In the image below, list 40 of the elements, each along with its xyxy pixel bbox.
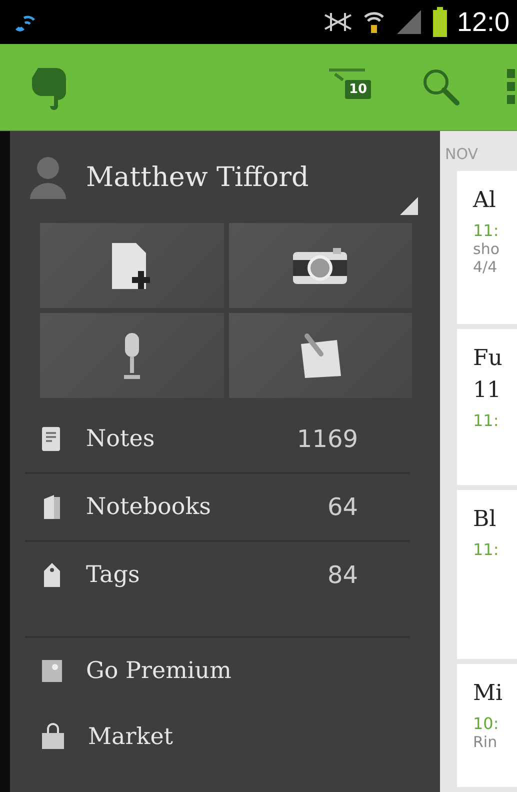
search-icon: [421, 67, 461, 107]
menu-button[interactable]: [505, 67, 517, 107]
battery-icon: [433, 7, 447, 37]
menu-icon: [505, 67, 517, 107]
camera-icon: [291, 246, 350, 286]
attachment-button[interactable]: [228, 313, 412, 398]
note-time: 11:: [473, 540, 500, 559]
note-card[interactable]: Mi 10: Rin: [457, 664, 517, 787]
section-header: NOV: [445, 144, 480, 165]
nav-item[interactable]: Notes 1169: [25, 406, 410, 474]
audio-note-button[interactable]: [40, 313, 224, 398]
note-title: Fu: [473, 344, 504, 373]
wifi-icon: [363, 9, 385, 35]
dropdown-corner-icon[interactable]: [400, 197, 418, 215]
note-time: 11:: [473, 410, 500, 430]
note-title: Al: [473, 187, 497, 215]
sync-button[interactable]: 10: [327, 64, 377, 110]
note-card[interactable]: Al 11: sho 4/4: [457, 171, 517, 324]
note-snippet: 4/4: [473, 258, 498, 276]
sync-count: 10: [345, 80, 372, 99]
signal-icon: [395, 8, 423, 36]
clock: 12:0: [457, 6, 511, 38]
new-note-button[interactable]: [40, 223, 224, 308]
note-time: 10:: [473, 714, 500, 733]
nav-item[interactable]: Notebooks 64: [25, 474, 410, 542]
note-card[interactable]: Bl 11:: [457, 490, 517, 659]
nav-item[interactable]: Market: [25, 704, 410, 770]
note-card[interactable]: Fu 11 11:: [457, 328, 517, 485]
note-time: 11:: [473, 221, 500, 240]
search-button[interactable]: [421, 67, 461, 107]
note-title: Mi: [473, 680, 504, 708]
user-name[interactable]: Matthew Tifford: [86, 162, 309, 192]
note-title: Bl: [473, 506, 498, 534]
nav-item[interactable]: Go Premium: [25, 638, 410, 704]
note-snippet: sho: [473, 240, 500, 258]
note-snippet: Rin: [473, 732, 498, 751]
nav-item[interactable]: Tags 84: [25, 542, 410, 608]
avatar-icon: [28, 155, 68, 199]
note-title: 11: [473, 376, 502, 405]
camera-button[interactable]: [228, 223, 412, 308]
